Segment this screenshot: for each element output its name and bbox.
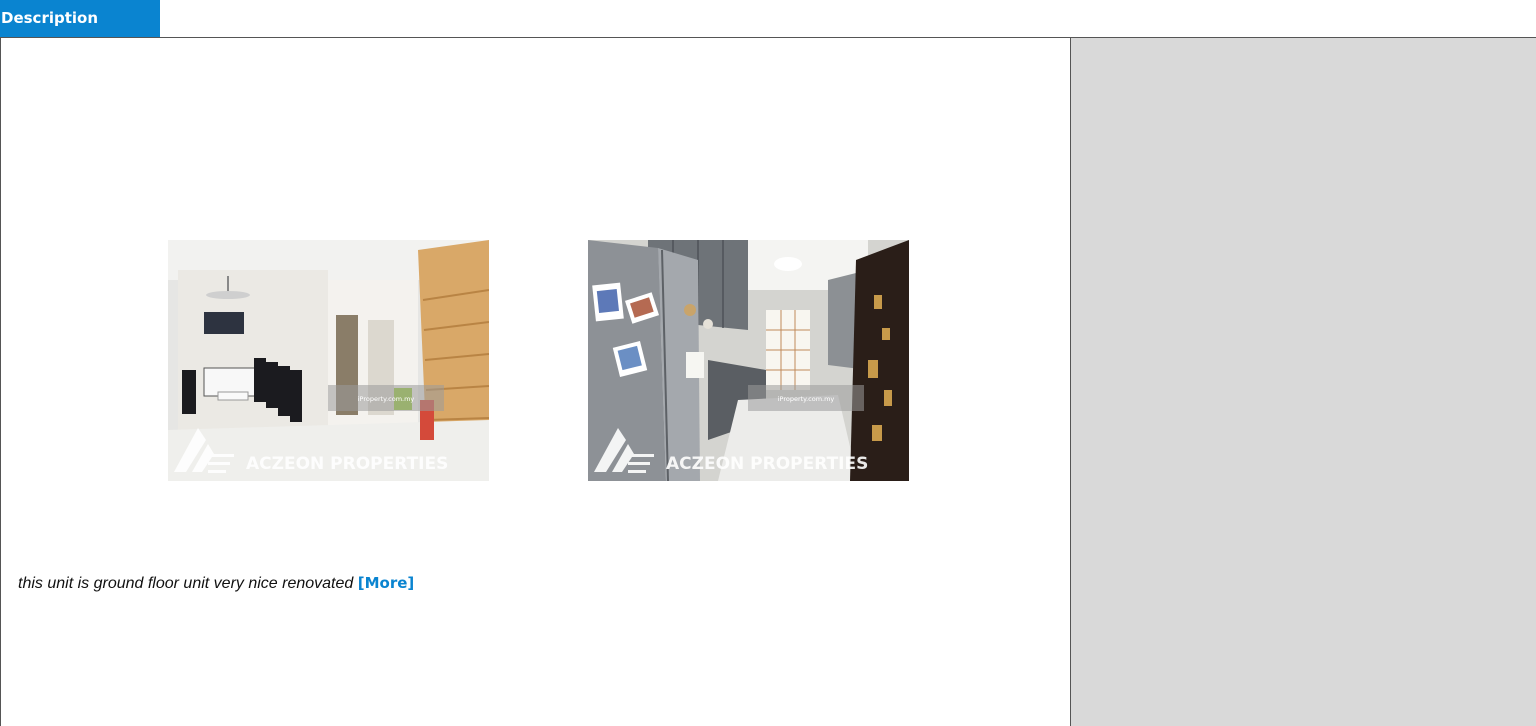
more-link[interactable]: [More] (358, 574, 415, 592)
photo-2-site-watermark: iProperty.com.my (778, 395, 835, 403)
photo-1-brand-watermark: ACZEON PROPERTIES (246, 454, 448, 474)
description-body: this unit is ground floor unit very nice… (18, 575, 358, 592)
photo-1-site-watermark: iProperty.com.my (358, 395, 415, 403)
photo-2-brand-watermark: ACZEON PROPERTIES (666, 454, 868, 474)
description-tab-label: Description (1, 9, 99, 27)
sidebar-panel (1071, 37, 1536, 726)
description-panel: iProperty.com.my ACZEON PROPERTIES iProp… (0, 37, 1071, 726)
description-tab[interactable]: Description (0, 0, 160, 37)
listing-photo-kitchen[interactable]: iProperty.com.my ACZEON PROPERTIES (588, 240, 909, 481)
listing-photo-dining[interactable]: iProperty.com.my ACZEON PROPERTIES (168, 240, 489, 481)
page: Description iProperty.com.my ACZEON PROP… (0, 0, 1536, 726)
description-text: this unit is ground floor unit very nice… (18, 574, 414, 593)
listing-photo-kitchen-image: iProperty.com.my ACZEON PROPERTIES (588, 240, 909, 481)
listing-photo-dining-image: iProperty.com.my ACZEON PROPERTIES (168, 240, 489, 481)
